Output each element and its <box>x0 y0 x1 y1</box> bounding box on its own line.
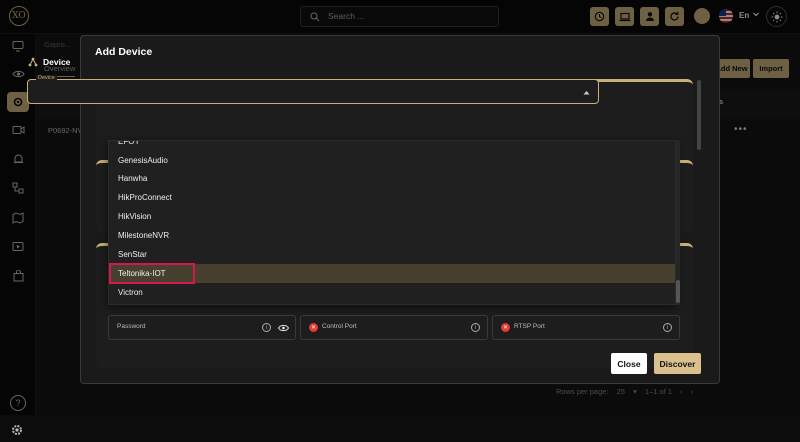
password-field[interactable]: Password i <box>108 315 296 340</box>
error-icon: ✕ <box>309 323 318 332</box>
option-milestonenvr[interactable]: MilestoneNVR <box>109 226 675 245</box>
control-port-field[interactable]: ✕ Control Port i <box>300 315 488 340</box>
error-icon: ✕ <box>501 323 510 332</box>
close-button[interactable]: Close <box>611 353 647 374</box>
rtsp-port-label: RTSP Port <box>514 323 545 330</box>
dialog-title: Add Device <box>95 46 153 58</box>
device-field-label: Device <box>36 75 57 81</box>
device-section-title: Device <box>43 57 71 67</box>
rtsp-port-field[interactable]: ✕ RTSP Port i <box>492 315 680 340</box>
eye-icon <box>278 324 289 332</box>
options-scroll-thumb[interactable] <box>676 280 680 303</box>
dialog-scrollbar[interactable] <box>697 80 701 150</box>
info-icon[interactable]: i <box>663 323 672 332</box>
settings-gear-icon[interactable] <box>10 423 24 442</box>
option-genesisaudio[interactable]: GenesisAudio <box>109 151 675 170</box>
option-efoy[interactable]: EFOY <box>109 141 675 151</box>
info-icon[interactable]: i <box>262 323 271 332</box>
option-hanwha[interactable]: Hanwha <box>109 169 675 188</box>
device-select[interactable]: Device <box>27 75 599 104</box>
control-port-label: Control Port <box>322 323 357 330</box>
device-section-heading: Device <box>28 57 70 67</box>
caret-up-icon <box>583 91 590 95</box>
option-victron[interactable]: Victron <box>109 283 675 302</box>
option-hikvision[interactable]: HikVision <box>109 207 675 226</box>
network-nodes-icon <box>28 57 38 67</box>
option-hikproconnect[interactable]: HikProConnect <box>109 188 675 207</box>
option-senstar[interactable]: SenStar <box>109 245 675 264</box>
password-label: Password <box>117 323 146 330</box>
annotation-highlight-box <box>109 263 195 284</box>
discover-button[interactable]: Discover <box>654 353 701 374</box>
info-icon[interactable]: i <box>471 323 480 332</box>
